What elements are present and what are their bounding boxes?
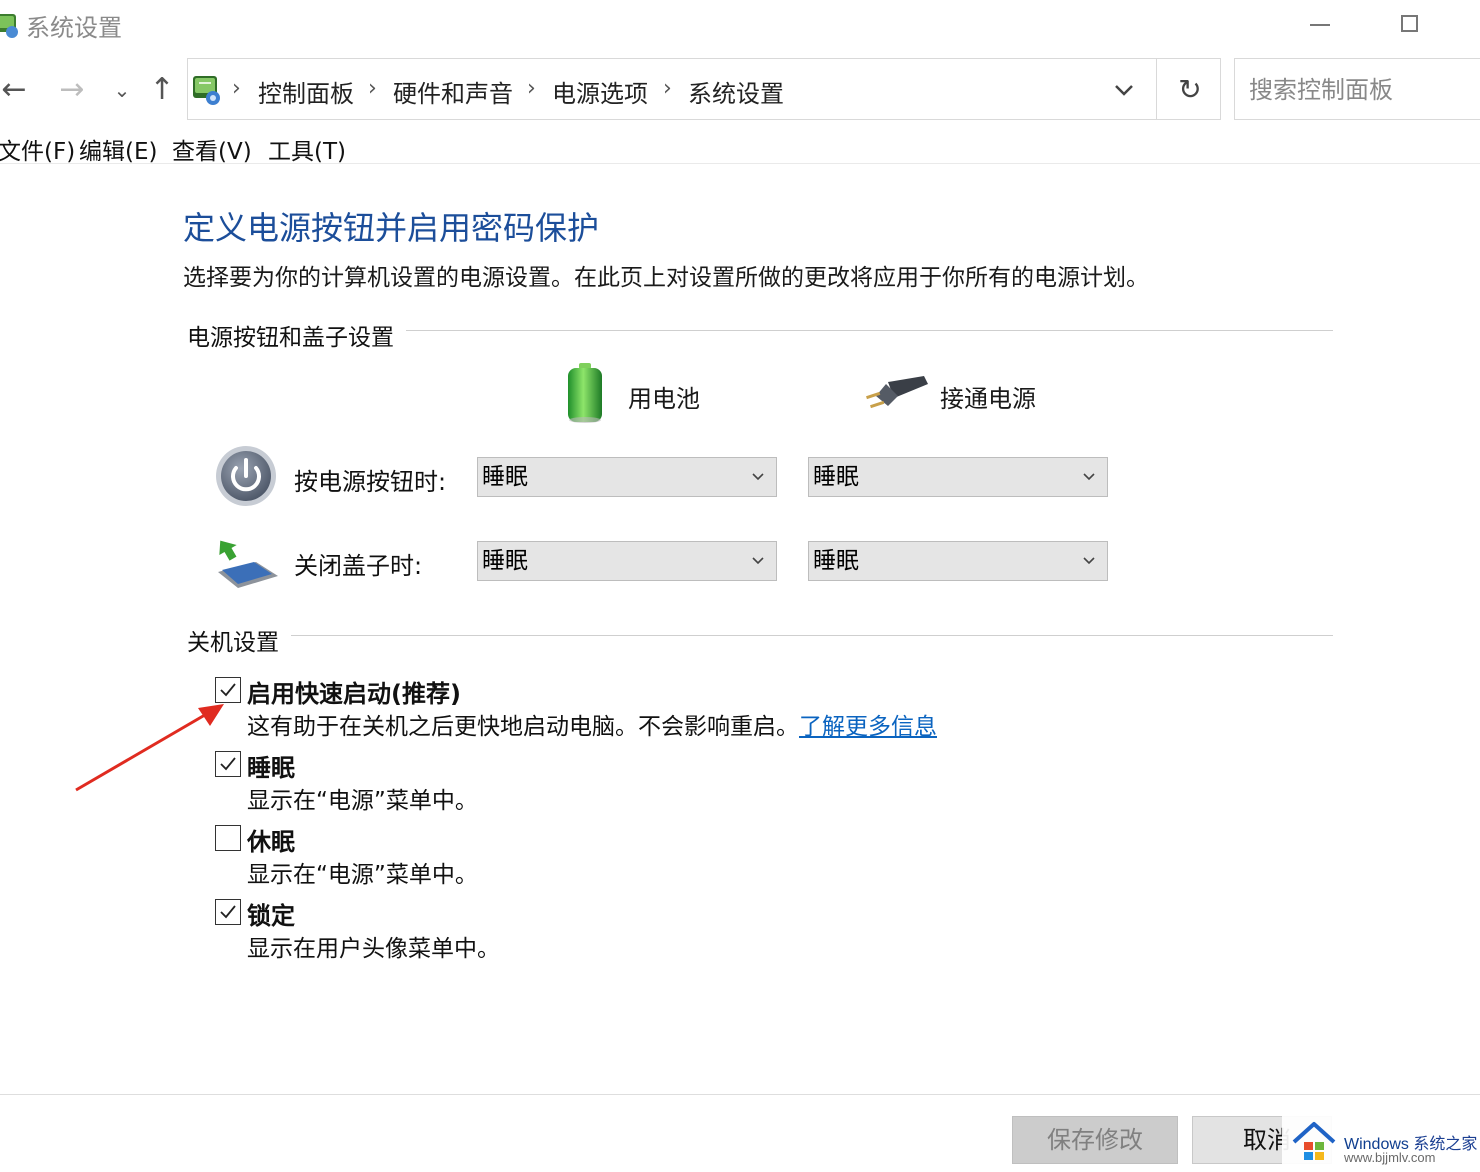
lock-label[interactable]: 锁定 (247, 896, 295, 931)
chevron-down-icon (1083, 473, 1095, 481)
recent-locations-chevron-icon[interactable]: ⌄ (102, 68, 142, 112)
fast-startup-label[interactable]: 启用快速启动(推荐) (247, 674, 461, 709)
breadcrumb-item[interactable]: 电源选项 (552, 74, 648, 109)
checkmark-icon (220, 905, 236, 919)
refresh-icon[interactable]: ↻ (1168, 70, 1212, 110)
annotation-arrow-icon (75, 704, 224, 792)
breadcrumb-separator-icon[interactable]: › (368, 76, 377, 101)
close-lid-battery-select[interactable]: 睡眠 (477, 541, 777, 581)
address-dropdown-chevron-icon[interactable] (1104, 70, 1144, 110)
menu-file[interactable]: 文件(F) (0, 132, 75, 166)
breadcrumb-item[interactable]: 系统设置 (688, 74, 784, 109)
select-value: 睡眠 (482, 548, 528, 574)
lock-checkbox[interactable] (215, 899, 241, 925)
menu-edit[interactable]: 编辑(E) (79, 132, 157, 166)
close-lid-plugged-select[interactable]: 睡眠 (808, 541, 1108, 581)
power-button-icon (216, 446, 276, 506)
row-label-power-button: 按电源按钮时: (294, 468, 447, 496)
fast-startup-description-text: 这有助于在关机之后更快地启动电脑。不会影响重启。 (247, 714, 799, 740)
search-input[interactable] (1247, 73, 1480, 107)
breadcrumb-item[interactable]: 硬件和声音 (393, 74, 513, 109)
breadcrumb-separator-icon[interactable]: › (527, 76, 536, 101)
menu-view[interactable]: 查看(V) (172, 132, 252, 166)
page-title: 定义电源按钮并启用密码保护 (183, 209, 600, 247)
section-title-power: 电源按钮和盖子设置 (187, 318, 406, 352)
lock-description: 显示在用户头像菜单中。 (247, 936, 500, 962)
fast-startup-description: 这有助于在关机之后更快地启动电脑。不会影响重启。了解更多信息 (247, 707, 937, 741)
select-value: 睡眠 (813, 548, 859, 574)
select-value: 睡眠 (482, 464, 528, 490)
breadcrumb-separator-icon[interactable]: › (663, 76, 672, 101)
hibernate-label[interactable]: 休眠 (247, 822, 295, 857)
row-label-close-lid: 关闭盖子时: (294, 552, 423, 580)
hibernate-description: 显示在“电源”菜单中。 (247, 862, 478, 888)
learn-more-link[interactable]: 了解更多信息 (799, 714, 937, 740)
footer-divider (0, 1094, 1480, 1095)
search-box[interactable] (1234, 58, 1480, 120)
save-changes-button[interactable]: 保存修改 (1012, 1116, 1178, 1164)
breadcrumb-item[interactable]: 控制面板 (258, 74, 354, 109)
column-header-battery: 用电池 (628, 385, 700, 413)
watermark-url: www.bjjmlv.com (1344, 1150, 1436, 1165)
address-bar-divider (1156, 59, 1157, 119)
battery-icon (568, 363, 602, 423)
menu-divider (0, 163, 1480, 164)
title-bar (0, 0, 1480, 54)
page-description: 选择要为你的计算机设置的电源设置。在此页上对设置所做的更改将应用于你所有的电源计… (183, 265, 1149, 291)
back-arrow-icon[interactable]: ← (0, 68, 34, 112)
minimize-button[interactable] (1298, 8, 1342, 42)
window-title: 系统设置 (26, 14, 122, 42)
site-watermark: Windows 系统之家 www.bjjmlv.com (1282, 1114, 1480, 1172)
house-windows-logo-icon (1292, 1122, 1336, 1160)
laptop-lid-icon (218, 540, 278, 588)
sleep-label[interactable]: 睡眠 (247, 748, 295, 783)
chevron-down-icon (752, 473, 764, 481)
control-panel-icon (0, 14, 18, 38)
control-panel-icon (193, 76, 220, 105)
menu-tools[interactable]: 工具(T) (268, 132, 346, 166)
section-title-shutdown: 关机设置 (187, 623, 291, 657)
power-plug-icon (866, 376, 928, 409)
maximize-button[interactable] (1388, 8, 1432, 42)
forward-arrow-icon[interactable]: → (52, 68, 92, 112)
chevron-down-icon (752, 557, 764, 565)
sleep-description: 显示在“电源”菜单中。 (247, 788, 478, 814)
breadcrumb-separator-icon: › (232, 76, 241, 101)
power-button-battery-select[interactable]: 睡眠 (477, 457, 777, 497)
hibernate-checkbox[interactable] (215, 825, 241, 851)
select-value: 睡眠 (813, 464, 859, 490)
section-divider (190, 635, 1333, 636)
column-header-plugged-in: 接通电源 (940, 385, 1036, 413)
chevron-down-icon (1083, 557, 1095, 565)
power-button-plugged-select[interactable]: 睡眠 (808, 457, 1108, 497)
up-arrow-icon[interactable]: ↑ (142, 68, 182, 112)
